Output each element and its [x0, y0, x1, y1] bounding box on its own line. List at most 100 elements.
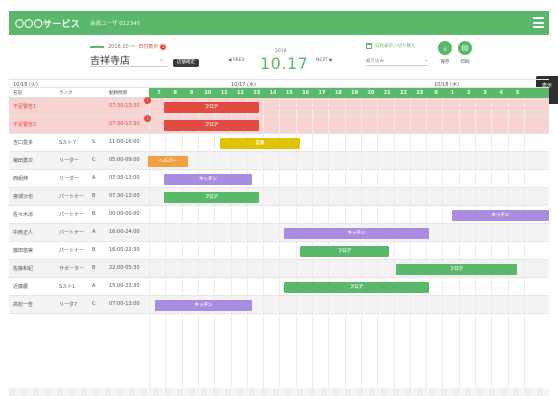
col-time: 勤務時間 [109, 91, 127, 96]
shift-bar[interactable]: キッチン [155, 299, 252, 311]
cell-name: 吉口愛多 [13, 140, 34, 146]
brand-logo[interactable]: 〇〇〇サービス [15, 17, 80, 30]
warning-badge: ! [144, 115, 151, 122]
cell-grade: A [92, 175, 96, 181]
cell-time: 16:00-22:30 [109, 247, 140, 253]
hamburger-menu-icon[interactable] [533, 17, 544, 28]
chevron-down-icon: ⌄ [158, 55, 164, 63]
cell-grade: S [92, 139, 96, 145]
hour-tick: 0 [434, 90, 438, 96]
hour-tick: 11 [220, 90, 228, 96]
shift-bar[interactable]: キッチン [452, 209, 549, 221]
unconfirmed-link[interactable]: 日付表示 [138, 43, 158, 50]
cell-time: 16:00-24:00 [109, 229, 140, 235]
cell-grade: C [92, 157, 96, 163]
hour-gridline [475, 98, 476, 396]
chevron-down-icon: ⌄ [424, 58, 428, 63]
filter-select[interactable]: 絞り込み ⌄ [366, 56, 428, 66]
shift-bar[interactable]: ヘルパー [148, 155, 188, 167]
date-range: 2018.10 〜 [108, 44, 136, 50]
app-root: { "header": {"brand": "〇〇〇サービス", "user":… [0, 0, 558, 396]
hour-tick: 5 [515, 90, 520, 96]
hour-tick: 13 [253, 90, 261, 96]
hour-gridline [181, 98, 183, 396]
cell-name: 藤田悠実 [13, 248, 34, 254]
cell-grade: B [92, 247, 96, 253]
cell-name: 佐藤和紀 [13, 266, 34, 272]
day-label: 10/18 (木) [434, 82, 459, 88]
document-icon: ▤ [461, 44, 469, 52]
cell-grade: B [92, 211, 96, 217]
store-select[interactable]: 吉祥寺店 ⌄ [90, 52, 168, 67]
hour-gridline [442, 98, 444, 396]
col-rank: ランク [59, 91, 73, 96]
hour-tick: 3 [483, 90, 487, 96]
store-confirm-button[interactable]: 店舗確定 [173, 59, 199, 67]
prev-day-button[interactable]: ◀ PREV [228, 58, 245, 63]
shift-bar[interactable]: キッチン [164, 173, 252, 185]
hour-tick: 2 [466, 90, 471, 96]
shift-bar[interactable]: フロア [164, 119, 259, 131]
hour-tick: 4 [499, 90, 504, 96]
cell-grade: A [92, 229, 96, 235]
hour-tick: 17 [318, 90, 326, 96]
cell-name: 宮城沙也 [13, 194, 34, 200]
cell-name: 佐々木凉 [13, 212, 34, 218]
hour-gridline [426, 98, 428, 396]
cell-time: 07:30-13:00 [109, 175, 140, 181]
hour-tick: 12 [237, 90, 244, 96]
cell-grade: B [92, 193, 96, 199]
cell-name: 菊田勇次 [13, 158, 34, 164]
cell-name: 高松一告 [13, 302, 34, 308]
shift-bar[interactable]: フロア [300, 245, 389, 257]
shift-bar[interactable]: フロア [164, 191, 259, 203]
shift-bar[interactable]: フロア [164, 101, 259, 113]
current-date: 10.17 [260, 54, 309, 73]
shift-grid: 10/16 (火) 10/17 (水) 10/18 (木) 名前 ランク 勤務時… [9, 79, 549, 396]
cell-rank: リーダー [59, 176, 80, 182]
cell-name: 中西正人 [13, 230, 34, 236]
col-name: 名前 [13, 91, 22, 96]
shift-bar[interactable]: フロア [396, 263, 517, 275]
hour-tick: 16 [302, 90, 310, 96]
hour-tick: 19 [351, 90, 359, 96]
hour-tick: 9 [189, 90, 194, 96]
next-day-button[interactable]: NEXT ▶ [316, 58, 333, 63]
hour-tick: 15 [285, 90, 293, 96]
horizontal-scrollbar[interactable] [9, 388, 549, 396]
user-id: 会員ユーザ 012345 [90, 21, 141, 27]
cell-time: 07:30-13:30 [109, 103, 140, 109]
shift-bar[interactable]: キッチン [284, 227, 429, 239]
cell-name: 不足警告2 [13, 122, 37, 128]
download-icon: ⤓ [443, 44, 447, 52]
warning-badge: ! [144, 97, 151, 104]
cell-time: 07:00-13:00 [109, 301, 140, 307]
view-toggle-link[interactable]: 日程表示へ切り替え [366, 43, 416, 49]
hour-gridline [149, 98, 150, 396]
cell-rank: パートナー [59, 194, 85, 200]
hour-strip: 7 8 9 10 11 12 13 14 15 16 17 18 19 20 21 22 23 0 1 2 3 4 5 [149, 88, 549, 98]
shift-bar[interactable]: フロア [284, 281, 429, 293]
calendar-icon [366, 43, 372, 49]
cell-grade: B [92, 265, 96, 271]
cell-rank: パートナー [59, 248, 85, 254]
cell-name: 西組伸 [13, 176, 29, 182]
shift-bar[interactable]: 店長 [220, 137, 300, 149]
cell-rank: Sスト７ [59, 140, 78, 146]
save-button[interactable]: ⤓ [438, 41, 452, 55]
cell-name: 不足警告1 [13, 104, 37, 110]
column-header: 名前 ランク 勤務時間 [9, 88, 149, 98]
day-header: 10/16 (火) 10/17 (水) 10/18 (木) [9, 79, 549, 88]
hour-gridline [523, 98, 525, 396]
cell-time: 11:00-16:00 [109, 139, 140, 145]
range-bar-icon [90, 45, 104, 48]
cell-rank: リーダ7 [59, 302, 78, 308]
print-button[interactable]: ▤ [458, 41, 472, 55]
hour-tick: 20 [367, 90, 375, 96]
cell-rank: Sスト1 [59, 284, 76, 290]
cell-rank: パートナー [59, 230, 85, 236]
hour-tick: 23 [416, 90, 424, 96]
cell-rank: パートナー [59, 212, 85, 218]
store-name: 吉祥寺店 [90, 55, 130, 67]
hour-tick: 18 [334, 90, 342, 96]
